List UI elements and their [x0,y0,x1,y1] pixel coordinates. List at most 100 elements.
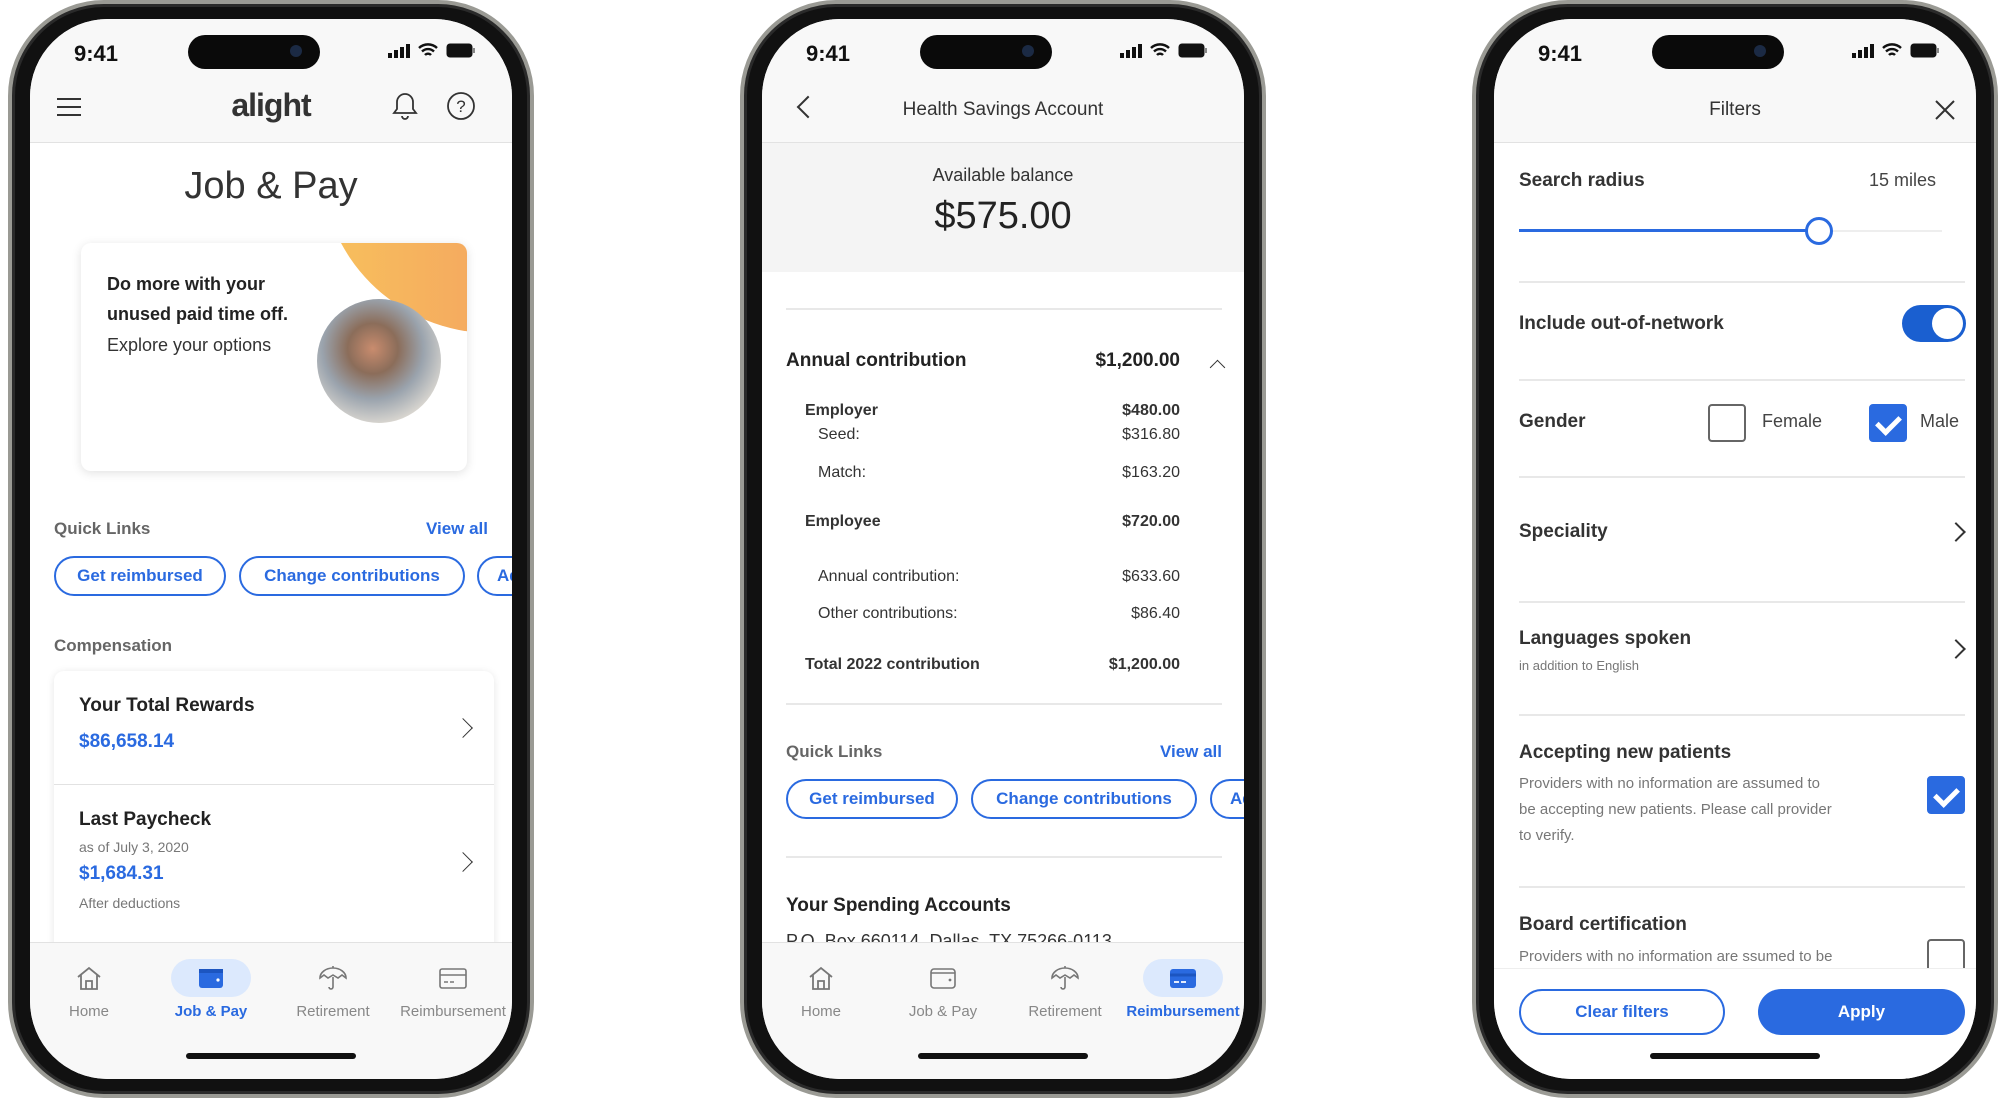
compensation-label: Compensation [54,636,173,655]
accepting-desc: Providers with no information are assume… [1519,775,1832,844]
nav-home[interactable]: Home [30,959,148,1020]
other-contributions-row: Other contributions: $86.40 [818,605,1180,622]
chevron-right-icon [1946,522,1966,542]
nav-retirement[interactable]: Retirement [1006,959,1124,1020]
home-indicator [186,1053,356,1059]
wifi-icon [1150,43,1170,56]
male-label: Male [1920,411,1960,431]
board-desc: Providers with no information are ssumed… [1519,948,1833,965]
languages-label: Languages spoken [1519,628,1692,649]
seed-row: Seed: $316.80 [818,426,1180,443]
battery-icon [1910,43,1939,58]
promo-card[interactable]: Do more with your unused paid time off. … [81,243,467,471]
screen: 9:41 alight ? Job & Pay Do more with you… [30,19,512,1079]
nav-job-pay[interactable]: Job & Pay [152,959,270,1020]
dynamic-island [920,35,1052,69]
last-paycheck-amount: $1,684.31 [79,863,164,884]
dynamic-island [1652,35,1784,69]
umbrella-icon [319,966,347,990]
total-rewards-row[interactable]: Your Total Rewards $86,658.14 [54,671,494,785]
spending-accounts-title: Your Spending Accounts [786,895,1011,916]
promo-cta[interactable]: Explore your options [107,335,271,356]
nav-reimbursement[interactable]: Reimbursement [394,959,512,1020]
match-row: Match: $163.20 [818,464,1180,481]
chip-change-contributions[interactable]: Change contributions [971,779,1197,819]
view-all-link[interactable]: View all [1160,742,1222,762]
help-icon[interactable]: ? [446,91,476,121]
clear-filters-button[interactable]: Clear filters [1519,989,1725,1035]
action-bar: Clear filters Apply [1494,968,1976,1079]
home-icon [77,966,101,990]
apply-button[interactable]: Apply [1758,989,1965,1035]
nav-reimbursement[interactable]: Reimbursement [1124,959,1242,1020]
accepting-checkbox[interactable] [1927,776,1965,814]
balance-amount: $575.00 [934,195,1072,237]
female-checkbox[interactable] [1708,404,1746,442]
card-icon [1170,969,1196,988]
gender-label: Gender [1519,411,1586,432]
signal-icon [1120,43,1142,58]
chevron-up-icon[interactable] [1209,359,1226,376]
chip-partial[interactable]: Ad [1210,779,1244,819]
nav-home[interactable]: Home [762,959,880,1020]
nav-retirement[interactable]: Retirement [274,959,392,1020]
toggle-knob [1932,308,1963,339]
phone-job-pay: 9:41 alight ? Job & Pay Do more with you… [8,0,534,1098]
total-rewards-title: Your Total Rewards [79,695,255,716]
slider-thumb[interactable] [1805,217,1834,245]
last-paycheck-title: Last Paycheck [79,809,212,830]
svg-text:?: ? [456,97,465,116]
status-icons [1852,43,1940,58]
last-paycheck-row[interactable]: Last Paycheck as of July 3, 2020 $1,684.… [54,785,494,945]
male-checkbox[interactable] [1869,404,1907,442]
languages-sub: in addition to English [1519,658,1639,673]
out-of-network-toggle[interactable] [1902,305,1966,342]
out-of-network-label: Include out-of-network [1519,313,1724,334]
annual-contribution-toggle[interactable]: Annual contribution $1,200.00 [786,350,1180,372]
signal-icon [1852,43,1874,58]
divider [1519,379,1965,381]
nav-job-pay[interactable]: Job & Pay [884,959,1002,1020]
status-time: 9:41 [1538,41,1583,66]
home-indicator [1650,1053,1820,1059]
phone-filters: 9:41 Filters Search radius 15 miles Incl… [1472,0,1998,1098]
total-rewards-amount: $86,658.14 [79,731,175,752]
page-title: Job & Pay [184,165,358,207]
speciality-row[interactable]: Speciality [1494,477,1976,601]
board-label: Board certification [1519,914,1687,935]
close-icon[interactable] [1934,99,1956,121]
umbrella-icon [1051,966,1079,990]
wallet-icon [199,969,223,988]
view-all-link[interactable]: View all [426,519,488,539]
phone-hsa: 9:41 Health Savings Account Available ba… [740,0,1266,1098]
divider [786,856,1222,858]
chip-partial[interactable]: Ad [477,556,512,596]
employer-row: Employer $480.00 [805,402,1180,419]
header-title: Filters [1709,99,1761,120]
last-paycheck-date: as of July 3, 2020 [79,839,189,855]
languages-row[interactable]: Languages spoken in addition to English [1494,602,1976,714]
battery-icon [1178,43,1207,58]
quick-links-label: Quick Links [54,519,151,538]
slider-fill [1519,229,1820,232]
radius-slider[interactable] [1519,217,1942,245]
employee-row: Employee $720.00 [805,513,1180,530]
chip-get-reimbursed[interactable]: Get reimbursed [786,779,958,819]
status-time: 9:41 [806,41,851,66]
app-header: 9:41 Health Savings Account [762,19,1244,143]
wifi-icon [418,43,438,56]
chip-change-contributions[interactable]: Change contributions [239,556,465,596]
bell-icon[interactable] [392,91,418,121]
bottom-nav: Home Job & Pay Retirement Reimbursement [30,942,512,1079]
status-icons [1120,43,1208,58]
divider [1519,886,1965,888]
chip-get-reimbursed[interactable]: Get reimbursed [54,556,226,596]
balance-band: Available balance $575.00 [762,143,1244,272]
total-contribution-row: Total 2022 contribution $1,200.00 [805,656,1180,673]
signal-icon [388,43,410,58]
divider [1519,714,1965,716]
alight-logo: alight [231,87,311,123]
battery-icon [446,43,475,58]
balance-label: Available balance [932,165,1074,185]
promo-photo [317,299,441,423]
